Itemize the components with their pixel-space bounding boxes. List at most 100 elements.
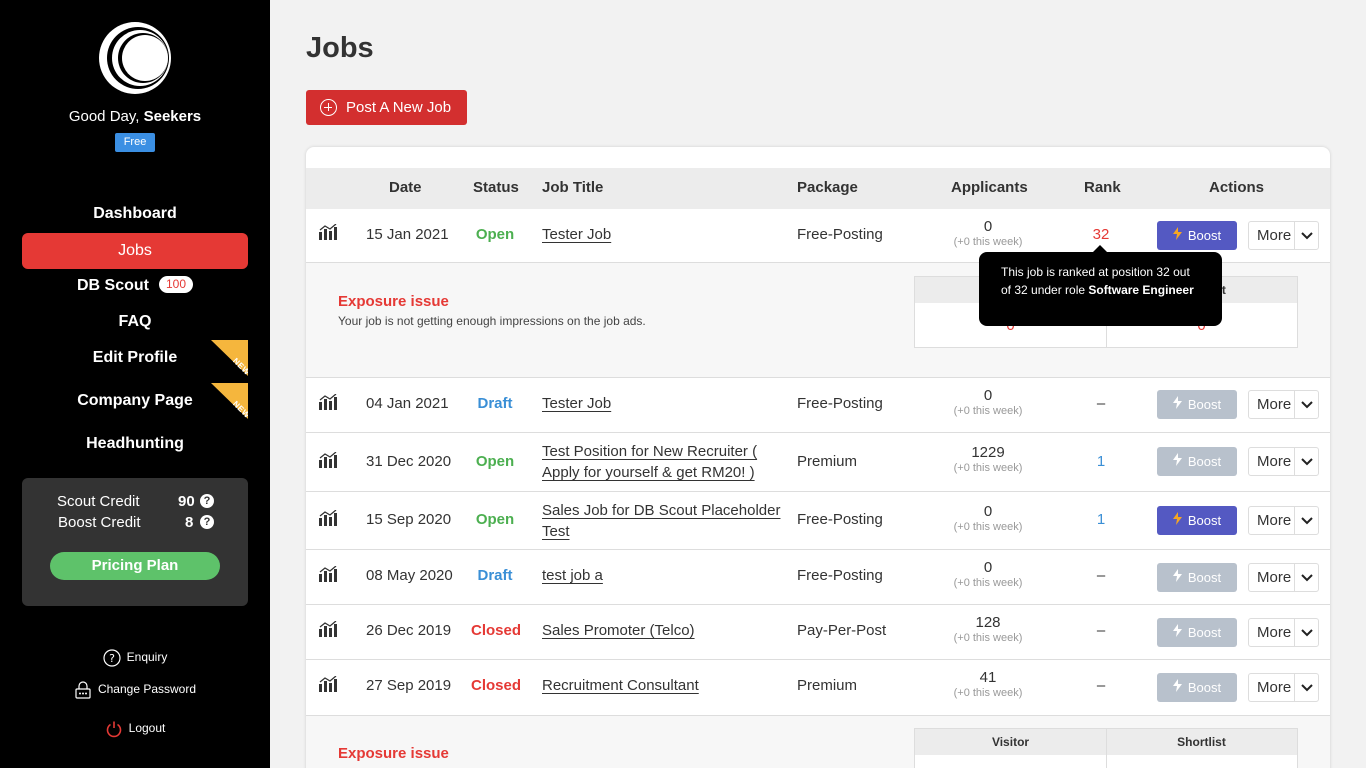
- job-applicants: 128 (+0 this week): [936, 614, 1040, 644]
- job-status: Draft: [477, 395, 513, 412]
- nav-headhunting[interactable]: Headhunting: [22, 426, 248, 462]
- more-dropdown[interactable]: More: [1248, 447, 1319, 476]
- job-package: Free-Posting: [797, 567, 883, 584]
- more-label: More: [1257, 512, 1292, 529]
- plan-badge: Free: [115, 133, 155, 152]
- nav-label: Jobs: [118, 242, 152, 259]
- boost-button[interactable]: Boost: [1157, 673, 1237, 702]
- job-title-link[interactable]: Recruitment Consultant: [542, 677, 699, 694]
- bolt-icon: [1172, 221, 1182, 250]
- job-rank[interactable]: 1: [1081, 511, 1121, 528]
- boost-label: Boost: [1187, 397, 1222, 412]
- more-label: More: [1257, 569, 1292, 586]
- stats-chart-icon[interactable]: [319, 621, 337, 637]
- nav-edit-profile[interactable]: Edit Profile NEW: [22, 340, 248, 376]
- post-new-job-button[interactable]: Post A New Job: [306, 90, 467, 125]
- job-rank[interactable]: 1: [1081, 453, 1121, 470]
- col-applicants: Applicants: [951, 179, 1028, 196]
- job-title-link[interactable]: test job a: [542, 567, 603, 584]
- job-title-link[interactable]: Tester Job: [542, 226, 611, 243]
- job-title-link[interactable]: Sales Job for DB Scout Placeholder Test: [542, 502, 780, 540]
- new-ribbon: NEW: [211, 383, 248, 419]
- col-rank: Rank: [1084, 179, 1121, 196]
- more-dropdown[interactable]: More: [1248, 563, 1319, 592]
- job-date: 04 Jan 2021: [366, 395, 449, 412]
- nav-label: FAQ: [118, 313, 152, 330]
- bolt-icon: [1172, 618, 1182, 647]
- issue-title: Exposure issue: [338, 293, 449, 310]
- job-title-link[interactable]: Test Position for New Recruiter ( Apply …: [542, 443, 757, 481]
- nav-db-scout[interactable]: DB Scout 100: [22, 268, 248, 304]
- more-dropdown[interactable]: More: [1248, 618, 1319, 647]
- bolt-icon: [1172, 506, 1182, 535]
- nav-jobs[interactable]: Jobs: [22, 233, 248, 269]
- stats-chart-icon[interactable]: [319, 224, 337, 240]
- job-title-link[interactable]: Tester Job: [542, 395, 611, 412]
- chevron-down-icon: [1294, 391, 1318, 418]
- stats-chart-icon[interactable]: [319, 566, 337, 582]
- job-package: Premium: [797, 677, 858, 694]
- stats-chart-icon[interactable]: [319, 452, 337, 468]
- boost-button[interactable]: Boost: [1157, 221, 1237, 250]
- change-password-label: Change Password: [97, 682, 197, 697]
- enquiry-link[interactable]: ? Enquiry: [0, 649, 270, 667]
- stats-chart-icon[interactable]: [319, 394, 337, 410]
- chevron-down-icon: [1294, 564, 1318, 591]
- job-title: Recruitment Consultant: [542, 675, 782, 696]
- visitor-header: Visitor: [991, 735, 1030, 749]
- more-label: More: [1257, 679, 1292, 696]
- boost-button[interactable]: Boost: [1157, 618, 1237, 647]
- boost-button[interactable]: Boost: [1157, 563, 1237, 592]
- change-password-link[interactable]: Change Password: [0, 681, 270, 699]
- applicants-weekly: (+0 this week): [953, 236, 1023, 248]
- nav-dashboard[interactable]: Dashboard: [22, 196, 248, 232]
- table-row: 27 Sep 2019 Closed Recruitment Consultan…: [306, 660, 1330, 716]
- table-header: Date Status Job Title Package Applicants…: [306, 168, 1330, 209]
- more-dropdown[interactable]: More: [1248, 221, 1319, 250]
- divider: [1106, 729, 1107, 768]
- more-dropdown[interactable]: More: [1248, 390, 1319, 419]
- stats-chart-icon[interactable]: [319, 676, 337, 692]
- table-row: 08 May 2020 Draft test job a Free-Postin…: [306, 550, 1330, 605]
- job-package: Free-Posting: [797, 511, 883, 528]
- enquiry-label: Enquiry: [126, 650, 168, 665]
- applicants-count: 0: [983, 387, 993, 404]
- job-status: Open: [475, 511, 515, 528]
- job-date: 27 Sep 2019: [366, 677, 452, 694]
- boost-button[interactable]: Boost: [1157, 506, 1237, 535]
- job-applicants: 1229 (+0 this week): [936, 444, 1040, 474]
- help-icon[interactable]: ?: [200, 494, 214, 508]
- ribbon-text: NEW: [230, 356, 248, 376]
- applicants-count: 0: [983, 559, 993, 576]
- job-package: Free-Posting: [797, 395, 883, 412]
- stats-chart-icon[interactable]: [319, 510, 337, 526]
- job-rank[interactable]: 32: [1081, 226, 1121, 243]
- applicants-weekly: (+0 this week): [953, 687, 1023, 699]
- job-status: Closed: [471, 622, 522, 639]
- applicants-weekly: (+0 this week): [953, 462, 1023, 474]
- col-actions: Actions: [1209, 179, 1265, 196]
- job-title: Sales Job for DB Scout Placeholder Test: [542, 500, 782, 542]
- table-row: 04 Jan 2021 Draft Tester Job Free-Postin…: [306, 378, 1330, 433]
- applicants-count: 128: [975, 614, 1001, 631]
- chevron-down-icon: [1294, 619, 1318, 646]
- logout-link[interactable]: Logout: [0, 720, 270, 738]
- boost-button[interactable]: Boost: [1157, 390, 1237, 419]
- rank-tooltip: This job is ranked at position 32 out of…: [979, 245, 1222, 326]
- more-label: More: [1257, 396, 1292, 413]
- col-job-title: Job Title: [542, 179, 604, 196]
- nav-company-page[interactable]: Company Page NEW: [22, 383, 248, 419]
- job-title-link[interactable]: Sales Promoter (Telco): [542, 622, 695, 639]
- nav-faq[interactable]: FAQ: [22, 304, 248, 340]
- applicants-count: 41: [979, 669, 997, 686]
- job-package: Premium: [797, 453, 858, 470]
- job-date: 15 Jan 2021: [366, 226, 449, 243]
- help-icon[interactable]: ?: [200, 515, 214, 529]
- more-dropdown[interactable]: More: [1248, 506, 1319, 535]
- pricing-plan-button[interactable]: Pricing Plan: [50, 552, 220, 580]
- boost-button[interactable]: Boost: [1157, 447, 1237, 476]
- new-ribbon: NEW: [211, 340, 248, 376]
- more-label: More: [1257, 624, 1292, 641]
- applicants-count: 0: [983, 503, 993, 520]
- more-dropdown[interactable]: More: [1248, 673, 1319, 702]
